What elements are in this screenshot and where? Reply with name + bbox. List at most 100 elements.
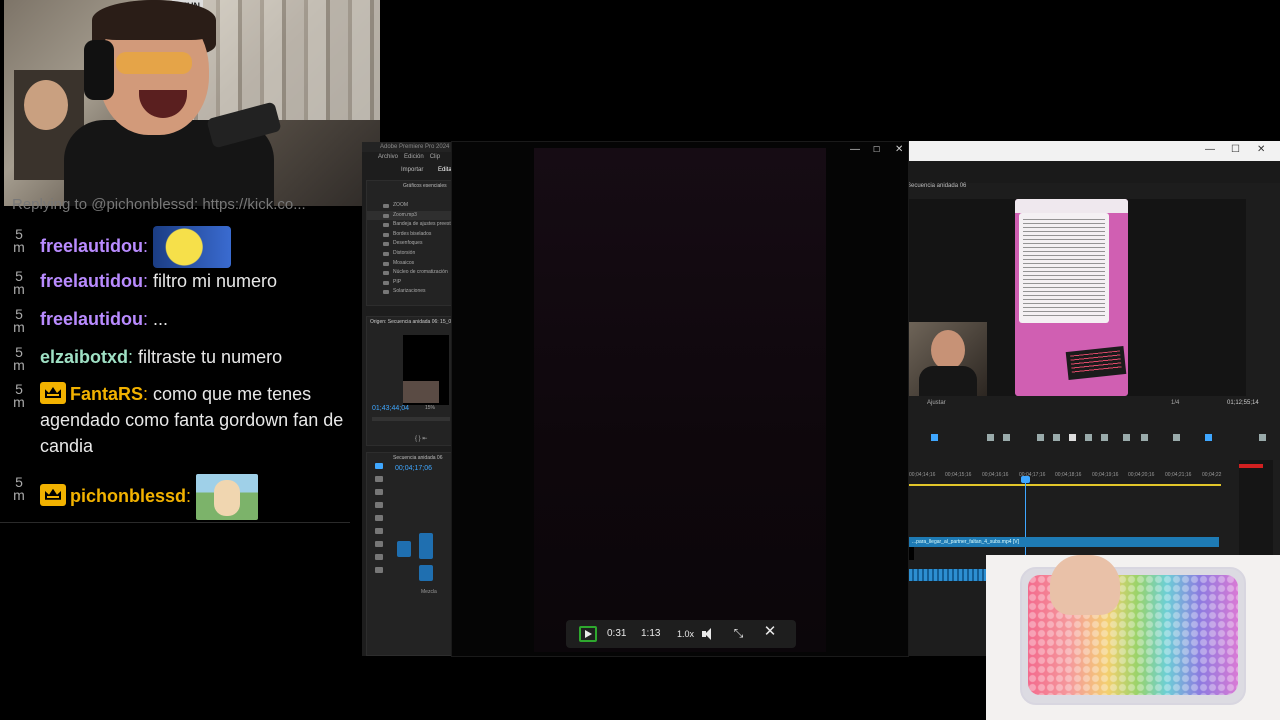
go-to-out-icon[interactable] [1101, 434, 1108, 441]
premiere-workspace-tabs: Importar Editar [362, 162, 454, 180]
timeline-panel: Secuencia anidada 06 00;04;17;06 Mezcla [366, 452, 452, 656]
play-button[interactable] [579, 626, 597, 642]
chat-username[interactable]: pichonblessd [70, 486, 186, 506]
window-minimize-icon[interactable]: — [1205, 144, 1215, 155]
track-a1[interactable] [419, 565, 433, 581]
volume-icon[interactable] [702, 628, 716, 640]
maximize-button[interactable]: ☐ [873, 145, 880, 154]
effect-item[interactable]: Bordes biselados [367, 230, 451, 240]
effects-panel-tab[interactable]: Gráficos esenciales [367, 181, 451, 201]
chat-message: 5m freelautidou: [12, 226, 352, 268]
headset-icon [84, 40, 114, 100]
window-close-icon[interactable]: ✕ [1257, 144, 1265, 155]
tab-import[interactable]: Importar [401, 167, 423, 173]
export-frame-icon[interactable] [1141, 434, 1148, 441]
hand-tool-icon[interactable] [375, 554, 383, 560]
pen-tool-icon[interactable] [375, 528, 383, 534]
message-time: 5m [13, 226, 25, 255]
message-text: ... [153, 309, 169, 329]
work-area-bar[interactable] [909, 484, 1221, 486]
effect-item[interactable]: Desenfoques [367, 239, 451, 249]
marker-icon[interactable] [931, 434, 938, 441]
effect-item[interactable]: Mosaicos [367, 259, 451, 269]
hand [1050, 555, 1120, 615]
timeline-tab[interactable]: Secuencia anidada 06 [393, 455, 443, 461]
slip-tool-icon[interactable] [375, 515, 383, 521]
program-tab[interactable]: Secuencia anidada 06 [907, 183, 966, 189]
close-window-button[interactable]: ✕ [895, 144, 903, 155]
chat-username[interactable]: freelautidou [40, 236, 143, 256]
go-to-in-icon[interactable] [1037, 434, 1044, 441]
chat-username[interactable]: freelautidou [40, 271, 143, 291]
effects-panel: Gráficos esenciales ZOOM Zoom.mp3 Bandej… [366, 180, 472, 306]
effect-item[interactable]: ZOOM [367, 201, 451, 211]
message-time: 5m [13, 474, 25, 503]
source-cam-thumb [403, 381, 439, 403]
mark-in-icon[interactable] [987, 434, 994, 441]
program-transport [909, 428, 1280, 450]
video-clip[interactable]: ...para_llegar_al_partner_faltan_4_subs.… [909, 537, 1219, 547]
message-time: 5m [13, 268, 25, 297]
chat-message: 5m freelautidou: filtro mi numero [13, 268, 278, 297]
type-tool-icon[interactable] [375, 567, 383, 573]
menu-file[interactable]: Archivo [378, 154, 398, 160]
resolution-dropdown[interactable]: 1/4 [1171, 400, 1179, 406]
comparison-icon[interactable] [1173, 434, 1180, 441]
vr-toggle-icon[interactable] [1205, 434, 1212, 441]
media-player-window: — ☐ ✕ 0:31 1:13 1.0x ⤡ ✕ [451, 141, 909, 657]
track-select-tool-icon[interactable] [375, 476, 383, 482]
chat-username[interactable]: elzaibotxd [40, 347, 128, 367]
streamer-hair-front [92, 0, 216, 40]
player-video[interactable] [534, 148, 826, 652]
effect-item[interactable]: PIP [367, 278, 451, 288]
chat-username[interactable]: freelautidou [40, 309, 143, 329]
rectangle-tool-icon[interactable] [375, 541, 383, 547]
play-icon[interactable] [1069, 434, 1076, 441]
effect-item[interactable]: Núcleo de cromatización [367, 268, 451, 278]
fit-dropdown[interactable]: Ajustar [927, 400, 946, 406]
source-label[interactable]: Origen: Secuencia anidada 06: 15_0 [367, 317, 451, 327]
audio-meter [1239, 460, 1273, 555]
track-target-v1[interactable] [397, 541, 411, 557]
program-status: Ajustar 1/4 01;12;55;14 [909, 396, 1280, 414]
playback-speed-button[interactable]: 1.0x [677, 629, 694, 639]
razor-tool-icon[interactable] [375, 502, 383, 508]
chat-username[interactable]: FantaRS [70, 384, 143, 404]
effect-item[interactable]: Distorsión [367, 249, 451, 259]
mix-track-label: Mezcla [421, 589, 437, 595]
source-scrubber[interactable] [372, 417, 450, 421]
program-toolbar [909, 161, 1280, 183]
message-text: filtro mi numero [153, 271, 278, 291]
program-timecode[interactable]: 01;12;55;14 [1227, 400, 1259, 406]
menu-edit[interactable]: Edición [404, 154, 424, 160]
timeline-ruler[interactable]: 00;04;14;16 00;04;15;16 00;04;16;16 00;0… [909, 468, 1229, 482]
selection-tool-icon[interactable] [375, 463, 383, 469]
window-titlebar: — ☐ ✕ [909, 141, 1280, 161]
source-timecode[interactable]: 01;43;44;04 [372, 405, 409, 412]
close-player-icon[interactable]: ✕ [763, 624, 777, 639]
mark-out-icon[interactable] [1003, 434, 1010, 441]
slime-video-overlay [986, 555, 1280, 720]
black-clip[interactable] [909, 547, 914, 560]
minimize-button[interactable]: — [850, 144, 860, 155]
source-zoom[interactable]: 15% [425, 405, 435, 411]
source-controls[interactable]: { } ⇤ [415, 435, 427, 442]
timeline-timecode[interactable]: 00;04;17;06 [395, 465, 432, 472]
chat-text-lines [1023, 219, 1105, 319]
window-maximize-icon[interactable]: ☐ [1231, 144, 1240, 155]
step-forward-icon[interactable] [1085, 434, 1092, 441]
menu-clip[interactable]: Clip [430, 154, 440, 160]
effect-item[interactable]: Solarizaciones [367, 287, 451, 297]
track-v1[interactable] [419, 533, 433, 559]
crown-badge-icon [40, 382, 66, 404]
effect-item[interactable]: Bandeja de ajustes preestablecidos [367, 220, 472, 230]
effect-item[interactable]: Zoom.mp3 [367, 210, 451, 221]
add-button-icon[interactable] [1259, 434, 1266, 441]
audio-clip[interactable] [909, 569, 989, 581]
lift-icon[interactable] [1123, 434, 1130, 441]
step-back-icon[interactable] [1053, 434, 1060, 441]
message-time: 5m [13, 306, 25, 335]
chat-message: 5m pichonblessd: [12, 474, 352, 520]
ripple-edit-tool-icon[interactable] [375, 489, 383, 495]
exit-fullscreen-icon[interactable]: ⤡ [732, 627, 745, 640]
